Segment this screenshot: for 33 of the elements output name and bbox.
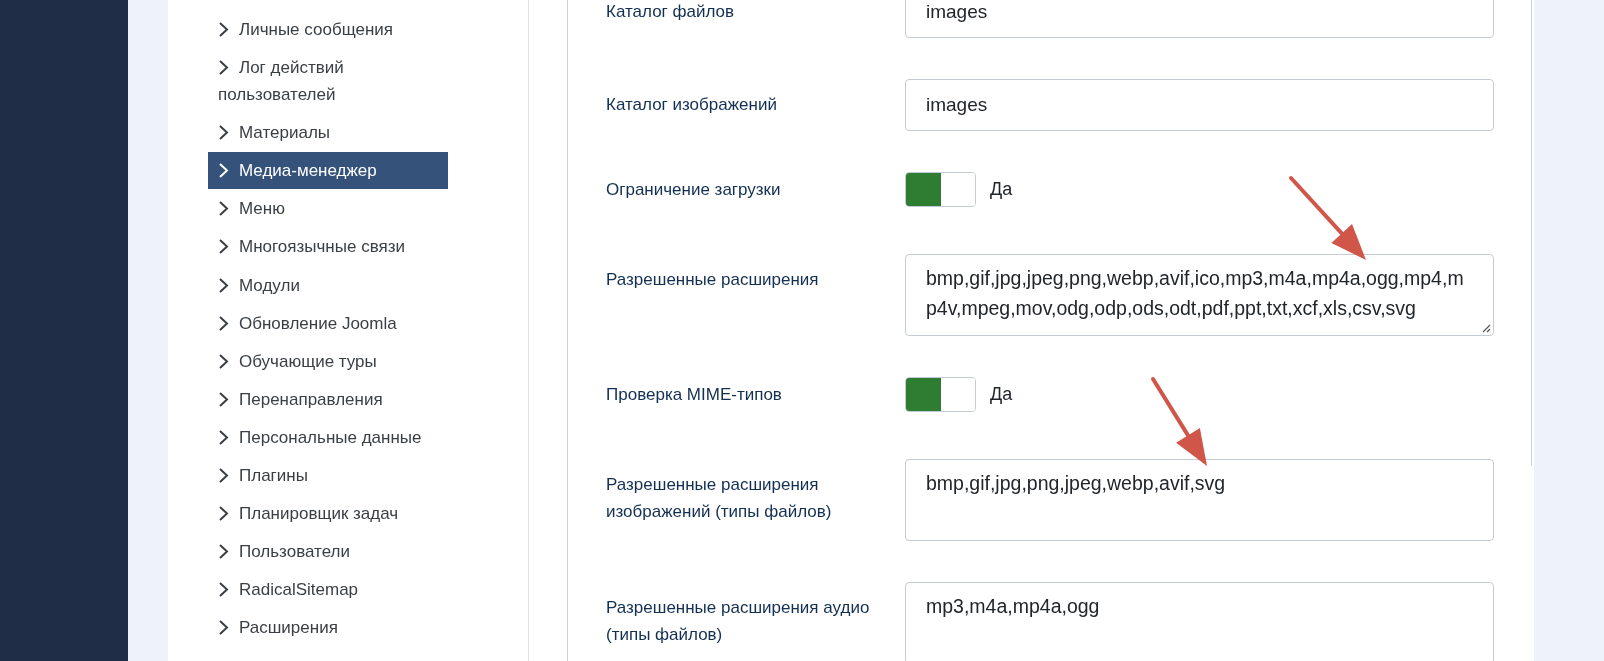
field-label: Ограничение загрузки (606, 179, 782, 201)
sidebar-item[interactable]: Персональные данные (208, 418, 448, 456)
sidebar-item[interactable]: Медиа-менеджер (208, 152, 448, 190)
toggle-label: Да (990, 384, 1013, 405)
text-field[interactable]: images (905, 79, 1494, 131)
sidebar-item[interactable]: Расширения (208, 609, 448, 647)
field-label: Каталог файлов (606, 1, 736, 23)
sidebar-item[interactable]: Плагины (208, 457, 448, 495)
sidebar-item[interactable]: Личные сообщения (208, 11, 448, 48)
text-area[interactable]: mp3,m4a,mp4a,ogg (905, 582, 1494, 661)
field-label: Разрешенные расширения (606, 269, 820, 291)
text-area[interactable]: bmp,gif,jpg,jpeg,png,webp,avif,ico,mp3,m4a,mp4a,ogg,mp4,mp4v,mpeg,mov,odg,odp,ods,odt,pdf,ppt,txt,xcf,xls,csv,svg (905, 254, 1494, 336)
sidebar-item[interactable]: Обучающие туры (208, 342, 448, 380)
toggle-switch[interactable] (905, 172, 976, 207)
sidebar-item[interactable]: Многоязычные связи (208, 228, 448, 266)
sidebar-item[interactable]: RadicalSitemap (208, 571, 448, 609)
field-label: Разрешенные расширения аудио (типы файлов) (606, 597, 871, 646)
toggle-label: Да (990, 179, 1013, 200)
field-label: Каталог изображений (606, 94, 778, 116)
field-label: Разрешенные расширения изображений (типы файлов) (606, 474, 833, 523)
sidebar-item[interactable]: Планировщик задач (208, 495, 448, 533)
sidebar-item[interactable]: Обновление Joomla (208, 304, 448, 342)
resize-handle-icon[interactable] (1481, 323, 1491, 333)
sidebar-item[interactable]: Модули (208, 266, 448, 304)
text-field[interactable]: images (905, 0, 1494, 38)
text-area[interactable]: bmp,gif,jpg,png,jpeg,webp,avif,svg (905, 459, 1494, 541)
sidebar-item[interactable]: Пользователи (208, 533, 448, 571)
sidebar-item[interactable]: Меню (208, 190, 448, 228)
sidebar-item[interactable]: Лог действий пользователей (208, 49, 448, 114)
sidebar-item[interactable]: Перенаправления (208, 380, 448, 418)
field-label: Проверка MIME-типов (606, 384, 783, 406)
sidebar-item[interactable]: Материалы (208, 114, 448, 152)
toggle-switch[interactable] (905, 377, 976, 412)
